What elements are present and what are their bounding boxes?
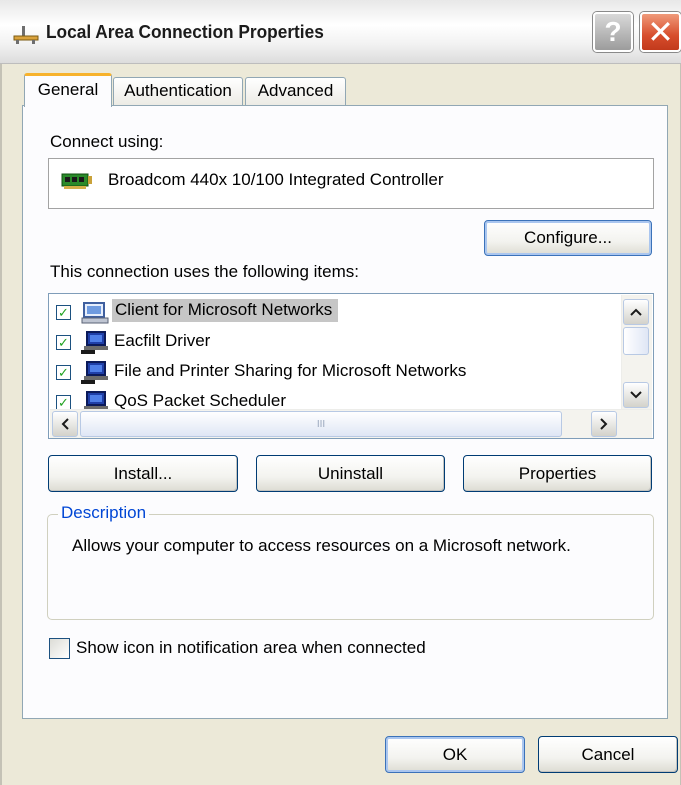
close-icon: ✕ xyxy=(647,14,674,50)
chevron-down-icon xyxy=(630,391,642,399)
horizontal-scroll-thumb[interactable]: III xyxy=(80,411,562,437)
list-item-eacfilt-driver[interactable]: ✓ Eacfilt Driver xyxy=(56,327,596,357)
description-group xyxy=(47,514,654,620)
uninstall-button[interactable]: Uninstall xyxy=(256,455,445,492)
network-service-icon xyxy=(81,361,108,384)
chevron-up-icon xyxy=(630,308,642,316)
list-item-label: File and Printer Sharing for Microsoft N… xyxy=(114,361,467,380)
scroll-up-button[interactable] xyxy=(623,299,649,325)
show-icon-label[interactable]: Show icon in notification area when conn… xyxy=(76,638,426,658)
items-label: This connection uses the following items… xyxy=(50,262,359,281)
list-item-label: QoS Packet Scheduler xyxy=(114,391,286,409)
scroll-grip-icon: III xyxy=(316,418,326,430)
list-item-client-for-microsoft-networks[interactable]: ✓ Client for Microsoft Networks xyxy=(56,297,596,327)
list-item-label: Client for Microsoft Networks xyxy=(112,299,339,322)
item-checkbox[interactable]: ✓ xyxy=(56,335,71,350)
network-service-icon xyxy=(84,391,108,409)
ok-button[interactable]: OK xyxy=(385,736,525,773)
network-driver-icon xyxy=(81,331,108,354)
install-button[interactable]: Install... xyxy=(48,455,238,492)
cancel-button[interactable]: Cancel xyxy=(538,736,678,773)
tab-advanced[interactable]: Advanced xyxy=(245,77,346,105)
configure-button[interactable]: Configure... xyxy=(484,220,652,256)
network-connection-icon xyxy=(13,26,39,44)
properties-button[interactable]: Properties xyxy=(463,455,652,492)
chevron-right-icon xyxy=(600,418,608,430)
description-title: Description xyxy=(58,503,150,523)
description-text: Allows your computer to access resources… xyxy=(72,536,571,555)
tab-authentication[interactable]: Authentication xyxy=(113,77,243,105)
connect-using-label: Connect using: xyxy=(50,132,164,151)
item-checkbox[interactable]: ✓ xyxy=(56,395,71,409)
tab-general[interactable]: General xyxy=(24,73,112,107)
item-checkbox[interactable]: ✓ xyxy=(56,305,71,320)
adapter-name: Broadcom 440x 10/100 Integrated Controll… xyxy=(108,170,444,189)
help-icon: ? xyxy=(604,16,622,47)
scroll-right-button[interactable] xyxy=(591,411,617,437)
scroll-down-button[interactable] xyxy=(623,382,649,408)
close-button[interactable]: ✕ xyxy=(640,12,681,52)
show-icon-checkbox[interactable] xyxy=(49,638,70,659)
network-client-icon xyxy=(81,302,109,324)
list-item-qos-packet-scheduler[interactable]: ✓ QoS Packet Scheduler xyxy=(56,387,596,409)
network-adapter-icon xyxy=(61,173,92,189)
window-title: Local Area Connection Properties xyxy=(46,22,324,42)
list-item-file-and-printer-sharing[interactable]: ✓ File and Printer Sharing for Microsoft… xyxy=(56,357,596,387)
help-button[interactable]: ? xyxy=(593,12,633,52)
item-checkbox[interactable]: ✓ xyxy=(56,365,71,380)
chevron-left-icon xyxy=(61,418,69,430)
vertical-scroll-thumb[interactable] xyxy=(623,327,649,355)
scroll-left-button[interactable] xyxy=(52,411,78,437)
list-item-label: Eacfilt Driver xyxy=(114,331,211,350)
